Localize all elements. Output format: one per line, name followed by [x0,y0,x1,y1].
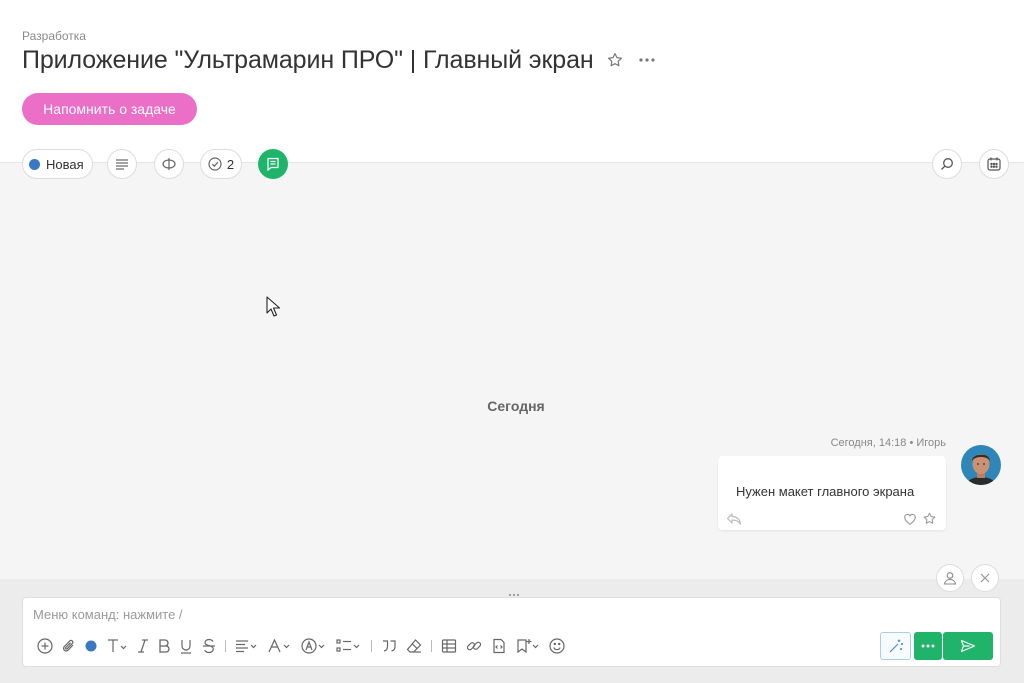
text-size-icon[interactable] [106,636,128,656]
message-input[interactable] [33,607,933,622]
magic-wand-icon [889,639,903,653]
star-icon[interactable] [922,511,937,526]
fields-button[interactable] [154,149,184,179]
table-icon[interactable] [441,636,457,656]
message-composer [22,597,1001,667]
task-header: Разработка Приложение "Ультрамарин ПРО" … [0,0,1024,163]
status-selector[interactable]: Новая [22,149,93,179]
calendar-button[interactable] [979,149,1009,179]
comments-button[interactable] [258,149,288,179]
message-meta: Сегодня, 14:18 • Игорь [830,437,946,449]
quote-icon[interactable] [381,636,397,656]
mouse-cursor-icon [266,296,280,317]
calendar-icon [987,157,1001,171]
emoji-icon[interactable] [549,636,565,656]
avatar[interactable] [961,445,1001,485]
link-icon[interactable] [466,636,482,656]
toolbar-divider [225,640,226,652]
format-toolbar [37,636,574,656]
reply-icon[interactable] [726,512,742,526]
list-icon[interactable] [336,636,362,656]
status-label: Новая [46,156,84,172]
checklist-count: 2 [226,156,235,172]
text-color-dot-icon[interactable] [85,636,97,656]
message-bubble: Нужен макет главного экрана [718,456,946,530]
checklist-icon [208,157,222,171]
message-text: Нужен макет главного экрана [736,484,915,499]
font-style-icon[interactable] [268,636,292,656]
favorite-star-icon[interactable] [604,49,626,71]
breadcrumb[interactable]: Разработка [22,29,86,43]
description-button[interactable] [107,149,137,179]
close-button[interactable] [971,564,999,592]
send-button[interactable] [943,632,993,660]
checklist-button[interactable]: 2 [200,149,242,179]
search-button[interactable] [932,149,962,179]
chat-icon [267,157,279,171]
bold-icon[interactable] [158,636,170,656]
search-icon [941,158,953,170]
attach-paperclip-icon[interactable] [62,636,76,656]
ai-magic-wand-button[interactable] [880,632,911,660]
day-separator: Сегодня [487,398,545,414]
add-circle-icon[interactable] [37,636,53,656]
eraser-icon[interactable] [406,636,422,656]
code-block-icon[interactable] [491,636,507,656]
close-icon [980,573,990,583]
strikethrough-icon[interactable] [202,636,216,656]
custom-fields-icon [162,158,176,170]
text-lines-icon [116,159,128,170]
more-options-icon[interactable] [636,49,658,71]
bookmark-add-icon[interactable] [516,636,540,656]
align-icon[interactable] [235,636,259,656]
more-dots-icon [921,644,935,648]
send-icon [960,639,976,653]
page-title[interactable]: Приложение "Ультрамарин ПРО" | Главный э… [22,46,594,75]
status-dot-icon [29,158,40,170]
toolbar-divider [431,640,432,652]
more-actions-button[interactable] [914,632,942,660]
underline-icon[interactable] [179,636,193,656]
remind-about-task-button[interactable]: Напомнить о задаче [22,93,197,125]
assignee-button[interactable] [936,564,964,592]
highlight-icon[interactable] [301,636,327,656]
user-icon [943,572,957,585]
like-heart-icon[interactable] [903,512,917,526]
toolbar-divider [371,640,372,652]
title-row: Приложение "Ультрамарин ПРО" | Главный э… [22,45,658,75]
italic-icon[interactable] [137,636,149,656]
